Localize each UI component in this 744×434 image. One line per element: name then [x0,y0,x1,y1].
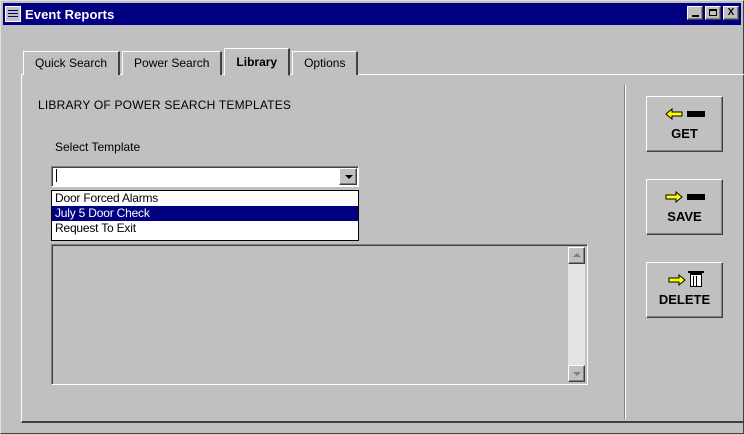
template-combobox[interactable] [51,166,359,187]
library-heading: LIBRARY OF POWER SEARCH TEMPLATES [38,98,292,112]
trash-icon [687,271,704,287]
select-template-label: Select Template [55,140,141,154]
text-cursor [56,169,57,182]
tab-quick-search[interactable]: Quick Search [23,51,121,75]
get-button[interactable]: GET [646,96,723,152]
slot-icon [686,111,705,117]
maximize-icon [709,9,717,16]
title-bar[interactable]: Event Reports X [3,3,741,25]
template-description-box[interactable] [51,244,588,385]
scroll-down-button[interactable] [568,365,585,382]
window-title: Event Reports [25,6,115,22]
maximize-button[interactable] [705,6,721,20]
save-button[interactable]: SAVE [646,179,723,235]
close-icon: X [727,7,735,18]
close-button[interactable]: X [723,6,739,20]
template-dropdown-list: Door Forced Alarms July 5 Door Check Req… [51,190,359,241]
vertical-divider [624,85,626,419]
tab-library[interactable]: Library [224,48,291,76]
slot-icon [686,194,705,200]
scroll-up-icon [573,253,581,257]
chevron-down-icon [345,175,353,179]
arrow-right-icon [668,274,686,286]
minimize-icon [691,15,699,17]
vertical-scrollbar[interactable] [568,247,585,382]
tab-options[interactable]: Options [292,51,359,75]
dropdown-item-july-5-door-check[interactable]: July 5 Door Check [52,206,358,221]
tab-strip: Quick Search Power Search Library Option… [23,47,360,76]
tab-power-search[interactable]: Power Search [122,51,223,75]
delete-button-label: DELETE [658,292,711,307]
get-button-label: GET [671,126,698,141]
scroll-up-button[interactable] [568,247,585,264]
scroll-down-icon [573,372,581,376]
dropdown-item-door-forced-alarms[interactable]: Door Forced Alarms [52,191,358,206]
dropdown-item-request-to-exit[interactable]: Request To Exit [52,221,358,236]
event-reports-window: Event Reports X Quick Search Power Searc… [0,0,744,434]
minimize-button[interactable] [687,6,703,20]
combo-dropdown-button[interactable] [339,168,357,185]
app-icon[interactable] [5,6,21,22]
save-button-label: SAVE [667,209,702,224]
arrow-left-icon [664,108,683,120]
delete-button[interactable]: DELETE [646,262,723,318]
arrow-right-icon [665,191,683,203]
